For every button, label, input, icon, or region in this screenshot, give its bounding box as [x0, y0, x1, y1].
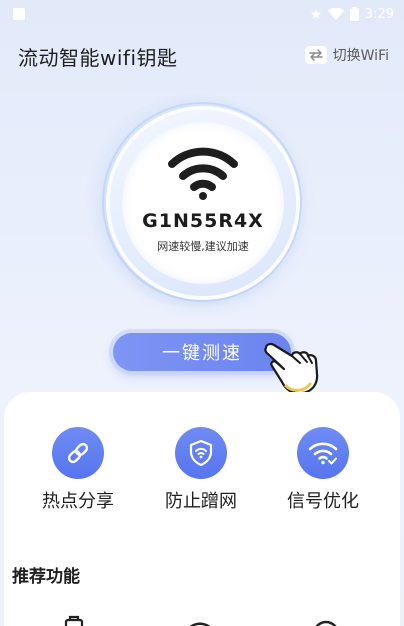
star-icon [310, 9, 321, 19]
feature-hotspot-share[interactable]: 热点分享 [23, 427, 133, 513]
network-ssid: G1N55R4X [142, 210, 264, 232]
recommended-item-icon[interactable] [306, 612, 346, 626]
app-title: 流动智能wifi钥匙 [18, 46, 178, 70]
feature-label: 热点分享 [42, 491, 114, 512]
feature-label: 信号优化 [287, 491, 359, 512]
wifi-icon [168, 147, 238, 200]
status-bar-right: 3:29 [310, 5, 394, 23]
feature-anti-freeload[interactable]: 防止蹭网 [146, 427, 256, 513]
recommended-item-icon[interactable] [54, 612, 94, 626]
shield-wifi-icon [175, 427, 227, 479]
recommended-section-title: 推荐功能 [12, 567, 80, 587]
feature-signal-optimize[interactable]: 信号优化 [268, 427, 378, 513]
network-circle: G1N55R4X 网速较慢,建议加速 [110, 110, 296, 296]
feature-label: 防止蹭网 [165, 491, 237, 512]
switch-wifi-button[interactable]: 切换WiFi [304, 44, 389, 66]
link-icon [52, 427, 104, 479]
recommended-item-icon[interactable] [180, 612, 220, 626]
wifi-signal-icon [327, 8, 344, 20]
wifi-check-icon [297, 427, 349, 479]
notification-square-icon [13, 8, 25, 20]
battery-icon [349, 7, 359, 21]
swap-icon [304, 46, 327, 64]
network-status-text: 网速较慢,建议加速 [157, 240, 249, 253]
app-screen: 3:29 流动智能wifi钥匙 切换WiFi G1N55R4X 网速较慢,建议加… [0, 0, 404, 626]
switch-wifi-label: 切换WiFi [332, 48, 389, 64]
status-bar: 3:29 [0, 0, 404, 30]
status-time: 3:29 [364, 6, 394, 22]
pointing-hand-icon [264, 342, 319, 395]
network-status-panel: G1N55R4X 网速较慢,建议加速 [72, 92, 332, 312]
